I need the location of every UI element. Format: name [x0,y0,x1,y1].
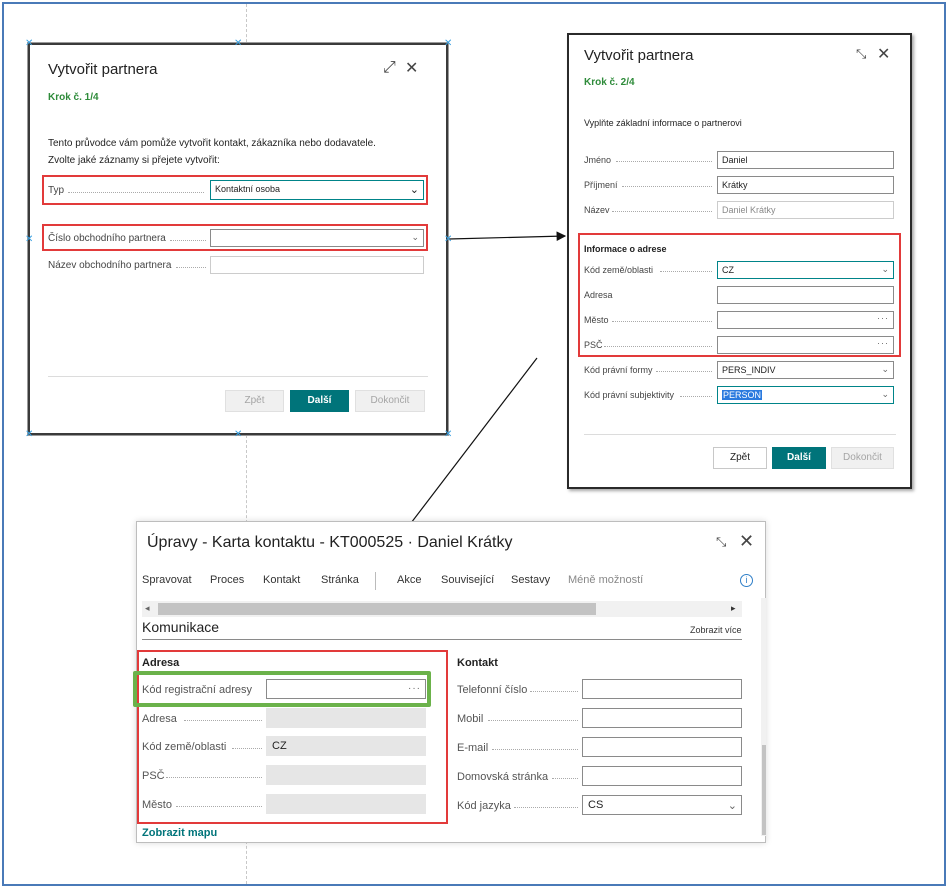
legal-form-select[interactable]: PERS_INDIV ⌄ [717,361,894,379]
back-button[interactable]: Zpět [713,447,767,469]
finish-button[interactable]: Dokončit [831,447,894,469]
highlight-type [42,175,428,205]
name-label: Název [584,205,610,215]
chevron-down-icon: ⌄ [881,389,889,399]
language-label: Kód jazyka [457,800,511,812]
menu-kontakt[interactable]: Kontakt [263,574,300,586]
menu-akce[interactable]: Akce [397,574,421,586]
scrollbar-thumb[interactable] [158,603,596,615]
show-map-link[interactable]: Zobrazit mapu [142,827,217,839]
city-label: Město [584,315,609,325]
highlight-reg-address [133,671,431,707]
language-select[interactable]: CS ⌄ [582,795,742,815]
chevron-down-icon: ⌄ [881,264,889,274]
homepage-field[interactable] [582,766,742,786]
arrow-step1-to-step2 [448,231,567,242]
country-label: Kód země/oblasti [142,741,227,753]
menu-divider [375,572,376,590]
address-label: Adresa [142,713,177,725]
city-label: Město [142,799,172,811]
mobile-label: Mobil [457,713,484,725]
menu-proces[interactable]: Proces [210,574,244,586]
scroll-right-icon[interactable]: ▸ [731,603,736,614]
last-name-field[interactable]: Krátky [717,176,894,194]
legal-subject-select[interactable]: PERSON ⌄ [717,386,894,404]
phone-field[interactable] [582,679,742,699]
resize-handle[interactable]: ✕ [444,430,452,440]
next-button[interactable]: Další [772,447,826,469]
last-name-label: Příjmení [584,180,618,190]
info-icon[interactable]: i [740,574,753,587]
resize-handle[interactable]: ✕ [25,430,33,440]
first-name-label: Jméno [584,155,612,165]
ellipsis-icon[interactable]: ··· [877,313,889,323]
resize-handle[interactable]: ✕ [234,430,242,440]
intro-text: Tento průvodce vám pomůže vytvořit konta… [48,138,376,149]
section-title: Komunikace [142,619,220,635]
resize-handle[interactable]: ✕ [444,235,452,245]
address-group-title: Adresa [142,657,180,669]
email-field[interactable] [582,737,742,757]
prompt-text: Zvolte jaké záznamy si přejete vytvořit: [48,155,220,166]
menu-stranka[interactable]: Stránka [321,574,359,586]
chevron-down-icon: ⌄ [881,364,889,374]
contact-group-title: Kontakt [457,657,498,669]
scroll-left-icon[interactable]: ◂ [145,603,150,614]
step-indicator: Krok č. 2/4 [584,77,635,88]
collapse-icon[interactable]: ⤡ [856,46,866,62]
postcode-field[interactable]: ··· [717,336,894,354]
finish-button[interactable]: Dokončit [355,390,425,412]
card-title: Úpravy - Karta kontaktu - KT000525 · Dan… [147,534,513,551]
expand-icon[interactable]: ⤢ [383,59,396,77]
homepage-label: Domovská stránka [457,771,549,783]
dialog-title: Vytvořit partnera [584,47,694,64]
email-label: E-mail [457,742,489,754]
show-more-link[interactable]: Zobrazit více [690,625,742,635]
menu-spravovat[interactable]: Spravovat [142,574,192,586]
address-field [266,708,426,728]
menu-mene-moznosti[interactable]: Méně možností [568,574,643,586]
city-field[interactable]: ··· [717,311,894,329]
first-name-field[interactable]: Daniel [717,151,894,169]
next-button[interactable]: Další [290,390,349,412]
legal-subject-label: Kód právní subjektivity [584,390,675,400]
postcode-field [266,765,426,785]
resize-handle[interactable]: ✕ [234,39,242,49]
country-label: Kód země/oblasti [584,265,654,275]
step-indicator: Krok č. 1/4 [48,92,99,103]
close-icon[interactable]: ✕ [739,531,754,552]
resize-handle[interactable]: ✕ [444,39,452,49]
address-section-title: Informace o adrese [584,244,667,254]
vertical-scrollbar-thumb[interactable] [762,745,766,835]
collapse-icon[interactable]: ⤡ [716,534,726,550]
country-select[interactable]: CZ ⌄ [717,261,894,279]
legal-form-label: Kód právní formy [584,365,653,375]
close-icon[interactable]: ✕ [405,58,418,78]
phone-label: Telefonní číslo [457,684,528,696]
postcode-label: PSČ [584,340,603,350]
back-button[interactable]: Zpět [225,390,284,412]
partner-name-field[interactable] [210,256,424,274]
ellipsis-icon[interactable]: ··· [877,338,889,348]
name-field[interactable]: Daniel Krátky [717,201,894,219]
partner-name-label: Název obchodního partnera [48,260,172,271]
address-label: Adresa [584,290,613,300]
mobile-field[interactable] [582,708,742,728]
menu-sestavy[interactable]: Sestavy [511,574,550,586]
address-field[interactable] [717,286,894,304]
postcode-label: PSČ [142,770,165,782]
dialog-title: Vytvořit partnera [48,61,158,78]
city-field [266,794,426,814]
chevron-down-icon: ⌄ [727,800,737,812]
highlight-partner-no [42,224,428,251]
resize-handle[interactable]: ✕ [25,39,33,49]
close-icon[interactable]: ✕ [877,44,890,64]
intro-text: Vyplňte základní informace o partnerovi [584,118,742,128]
country-field: CZ [266,736,426,756]
resize-handle[interactable]: ✕ [25,235,33,245]
menu-souvisejici[interactable]: Související [441,574,494,586]
